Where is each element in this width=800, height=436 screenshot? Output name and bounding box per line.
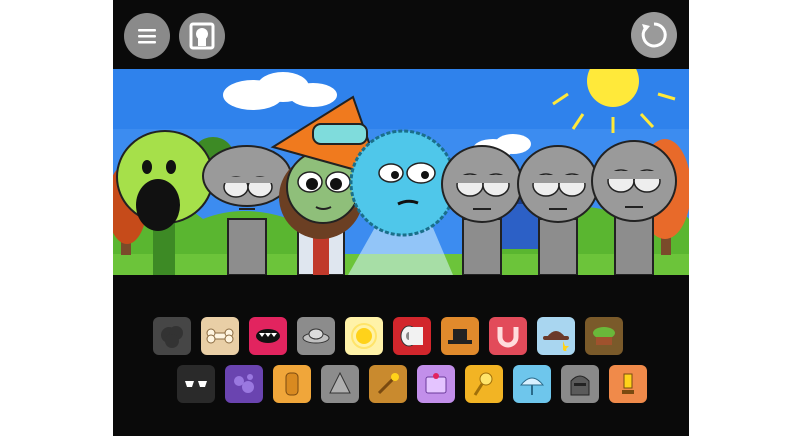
black-hat-icon[interactable]: [441, 317, 479, 355]
golden-stack-icon[interactable]: [273, 365, 311, 403]
fanged-mouth-icon[interactable]: [249, 317, 287, 355]
bonus-button[interactable]: [179, 13, 225, 59]
game-frame: [113, 0, 689, 436]
stage-scene: [113, 69, 689, 275]
knight-helmet-icon[interactable]: [561, 365, 599, 403]
reset-icon: [641, 22, 667, 48]
leaf-pot-icon[interactable]: [585, 317, 623, 355]
sun-staff-icon[interactable]: [465, 365, 503, 403]
golden-wand-icon[interactable]: [369, 365, 407, 403]
gray-smoke-icon[interactable]: [153, 317, 191, 355]
menu-button[interactable]: [124, 13, 170, 59]
reset-button[interactable]: [631, 12, 677, 58]
gray-cone-icon[interactable]: [321, 365, 359, 403]
purple-box-icon[interactable]: [417, 365, 455, 403]
sunglasses-icon[interactable]: [177, 365, 215, 403]
trophy-icon[interactable]: [609, 365, 647, 403]
umbrella-icon[interactable]: [513, 365, 551, 403]
bone-icon[interactable]: [201, 317, 239, 355]
toilet-paper-icon[interactable]: [393, 317, 431, 355]
magnet-icon[interactable]: [489, 317, 527, 355]
character-blue-fluffy-ball[interactable]: [348, 129, 457, 275]
bonus-portrait-icon: [189, 22, 215, 50]
hamburger-menu-icon: [138, 29, 156, 44]
fedora-star-icon[interactable]: [537, 317, 575, 355]
sun-glow-icon[interactable]: [345, 317, 383, 355]
purple-bubbles-icon[interactable]: [225, 365, 263, 403]
ufo-icon[interactable]: [297, 317, 335, 355]
